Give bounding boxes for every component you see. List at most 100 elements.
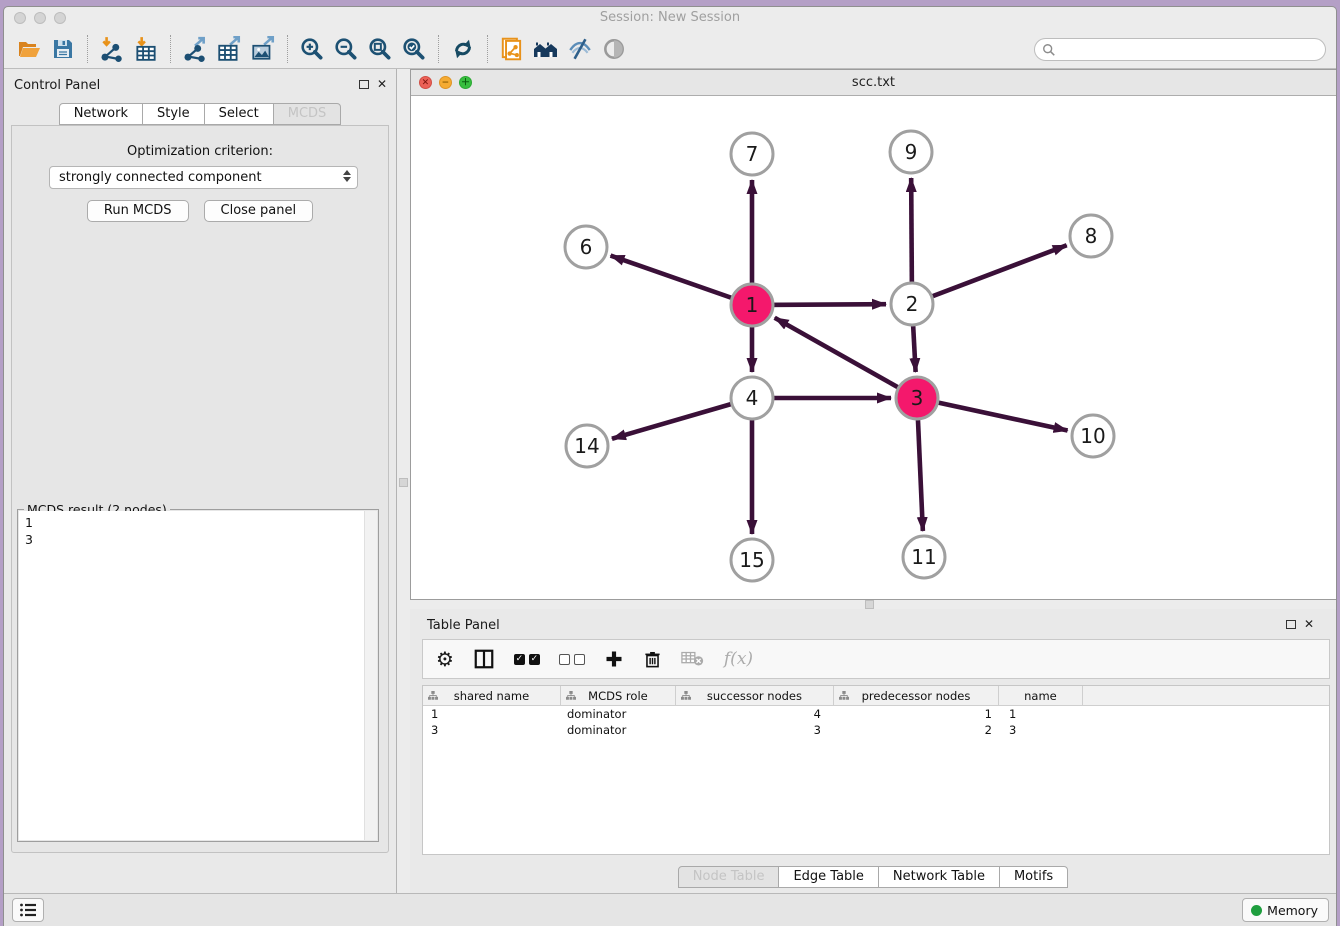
control-panel-title: Control Panel xyxy=(14,78,100,93)
tab-node-table[interactable]: Node Table xyxy=(678,866,780,888)
main-toolbar xyxy=(4,29,1336,69)
tab-select[interactable]: Select xyxy=(205,103,274,125)
network-document-icon[interactable] xyxy=(495,34,529,64)
apply-function-icon[interactable]: f(x) xyxy=(724,646,753,672)
show-eye-icon[interactable] xyxy=(597,34,631,64)
cell-shared-name[interactable]: 3 xyxy=(423,722,561,738)
network-view-title: scc.txt xyxy=(411,70,1336,95)
cell-successor-nodes[interactable]: 3 xyxy=(676,722,834,738)
table-row[interactable]: 1 dominator 4 1 1 xyxy=(423,706,1329,722)
float-panel-icon[interactable] xyxy=(1286,620,1296,629)
table-row[interactable]: 3 dominator 3 2 3 xyxy=(423,722,1329,738)
column-header-mcds-role[interactable]: MCDS role xyxy=(561,686,676,705)
tab-style[interactable]: Style xyxy=(143,103,205,125)
search-field[interactable] xyxy=(1034,38,1326,61)
delete-table-icon[interactable] xyxy=(681,646,705,672)
cell-mcds-role[interactable]: dominator xyxy=(561,706,676,722)
window-titlebar: Session: New Session xyxy=(4,7,1336,29)
graph-node-label-3: 3 xyxy=(911,386,924,410)
graph-edge-3-1[interactable] xyxy=(775,318,917,398)
table-toolbar: ⚙ ✓✓ xyxy=(422,639,1330,679)
network-window-titlebar[interactable]: ✕ − ＋ scc.txt xyxy=(411,70,1336,96)
export-table-icon[interactable] xyxy=(212,34,246,64)
cell-predecessor-nodes[interactable]: 1 xyxy=(834,706,999,722)
criterion-dropdown[interactable]: strongly connected component xyxy=(49,166,358,189)
import-table-icon[interactable] xyxy=(129,34,163,64)
zoom-window-button[interactable] xyxy=(54,12,66,24)
graph-node-label-7: 7 xyxy=(746,142,759,166)
splitter-handle[interactable] xyxy=(399,478,408,487)
close-view-button[interactable]: ✕ xyxy=(419,76,432,89)
home-views-icon[interactable] xyxy=(529,34,563,64)
column-header-successor-nodes[interactable]: successor nodes xyxy=(676,686,834,705)
export-image-icon[interactable] xyxy=(246,34,280,64)
mcds-result-list[interactable]: 1 3 xyxy=(19,511,364,840)
network-view-window: ✕ − ＋ scc.txt 1234678910111415 xyxy=(410,69,1336,600)
tab-network-table[interactable]: Network Table xyxy=(879,866,1000,888)
import-network-icon[interactable] xyxy=(95,34,129,64)
search-input[interactable] xyxy=(1056,43,1325,57)
tab-mcds[interactable]: MCDS xyxy=(274,103,342,125)
maximize-view-button[interactable]: ＋ xyxy=(459,76,472,89)
select-all-checkboxes-icon[interactable]: ✓✓ xyxy=(514,646,540,672)
hide-eye-icon[interactable] xyxy=(563,34,597,64)
table-panel: Table Panel ✕ ⚙ ✓✓ xyxy=(410,609,1336,893)
close-window-button[interactable] xyxy=(14,12,26,24)
search-icon xyxy=(1042,43,1056,57)
zoom-selected-icon[interactable] xyxy=(397,34,431,64)
tab-motifs[interactable]: Motifs xyxy=(1000,866,1068,888)
cell-name[interactable]: 1 xyxy=(999,706,1083,722)
splitter-handle[interactable] xyxy=(865,600,874,609)
close-panel-icon[interactable]: ✕ xyxy=(377,77,387,91)
network-canvas[interactable]: 1234678910111415 xyxy=(411,96,1336,599)
float-panel-icon[interactable] xyxy=(359,80,369,89)
split-view-icon[interactable] xyxy=(473,646,495,672)
node-table[interactable]: shared name MCDS role successor nodes xyxy=(422,685,1330,855)
export-network-icon[interactable] xyxy=(178,34,212,64)
graph-edge-3-10[interactable] xyxy=(917,398,1068,431)
vertical-splitter[interactable] xyxy=(397,69,410,893)
graph-node-label-6: 6 xyxy=(580,235,593,259)
graph-node-label-9: 9 xyxy=(905,140,918,164)
column-header-name[interactable]: name xyxy=(999,686,1083,705)
table-panel-title: Table Panel xyxy=(427,618,500,633)
cell-shared-name[interactable]: 1 xyxy=(423,706,561,722)
tab-network[interactable]: Network xyxy=(59,103,143,125)
result-scrollbar[interactable] xyxy=(364,511,377,840)
toolbar-separator xyxy=(87,35,88,63)
minimize-window-button[interactable] xyxy=(34,12,46,24)
close-panel-button[interactable]: Close panel xyxy=(204,200,314,222)
graph-node-label-1: 1 xyxy=(746,293,759,317)
column-header-shared-name[interactable]: shared name xyxy=(423,686,561,705)
column-header-predecessor-nodes[interactable]: predecessor nodes xyxy=(834,686,999,705)
task-list-icon xyxy=(19,902,37,918)
minimize-view-button[interactable]: − xyxy=(439,76,452,89)
delete-column-icon[interactable] xyxy=(643,646,662,672)
open-session-icon[interactable] xyxy=(12,34,46,64)
cell-mcds-role[interactable]: dominator xyxy=(561,722,676,738)
window-title: Session: New Session xyxy=(4,7,1336,29)
zoom-fit-icon[interactable] xyxy=(363,34,397,64)
horizontal-splitter[interactable] xyxy=(410,600,1336,609)
result-line: 3 xyxy=(25,531,358,548)
run-mcds-button[interactable]: Run MCDS xyxy=(87,200,189,222)
mcds-result-group: MCDS result (2 nodes) 1 3 xyxy=(17,509,379,842)
graph-edge-2-8[interactable] xyxy=(912,245,1067,304)
tab-edge-table[interactable]: Edge Table xyxy=(779,866,878,888)
column-type-icon xyxy=(428,691,438,701)
cell-name[interactable]: 3 xyxy=(999,722,1083,738)
deselect-checkboxes-icon[interactable] xyxy=(559,646,585,672)
zoom-in-icon[interactable] xyxy=(295,34,329,64)
settings-gear-icon[interactable]: ⚙ xyxy=(436,646,454,672)
memory-label: Memory xyxy=(1267,903,1328,918)
refresh-view-icon[interactable] xyxy=(446,34,480,64)
add-column-icon[interactable] xyxy=(604,646,624,672)
cell-predecessor-nodes[interactable]: 2 xyxy=(834,722,999,738)
graph-svg[interactable]: 1234678910111415 xyxy=(411,96,1336,599)
memory-button[interactable]: Memory xyxy=(1242,898,1329,922)
zoom-out-icon[interactable] xyxy=(329,34,363,64)
save-session-icon[interactable] xyxy=(46,34,80,64)
close-panel-icon[interactable]: ✕ xyxy=(1304,617,1314,631)
task-history-button[interactable] xyxy=(12,898,44,922)
cell-successor-nodes[interactable]: 4 xyxy=(676,706,834,722)
